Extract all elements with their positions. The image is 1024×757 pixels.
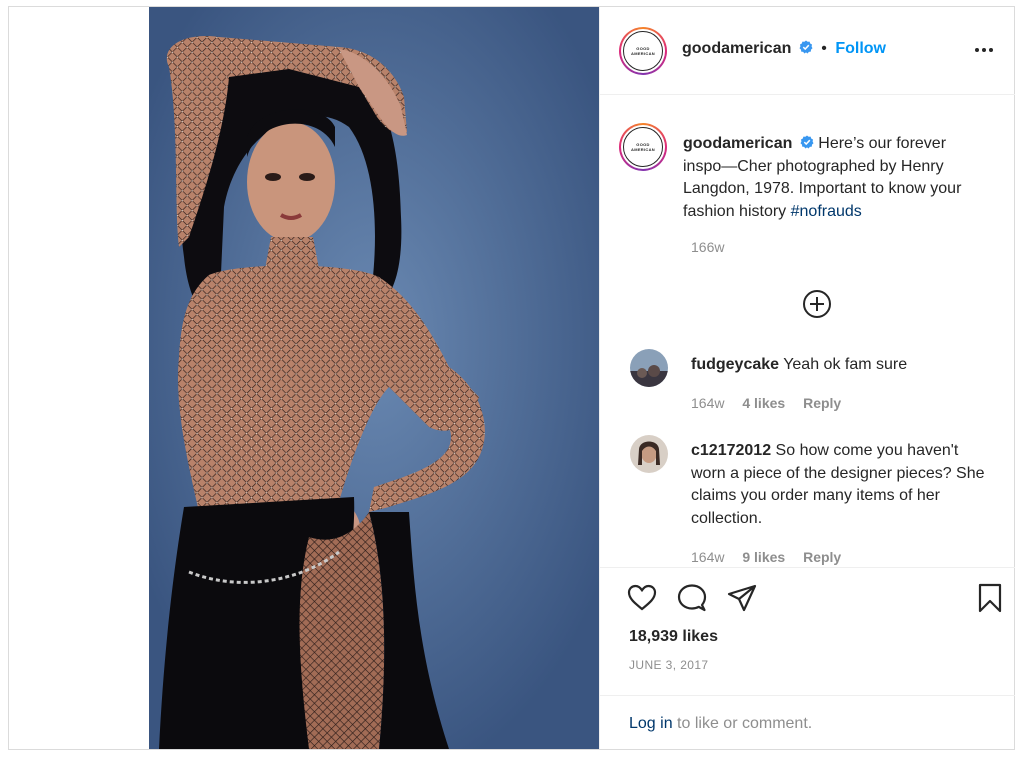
header-separator: • xyxy=(821,40,827,57)
author-username[interactable]: goodamerican xyxy=(682,40,791,57)
brand-logo: GOOD AMERICAN xyxy=(623,127,663,167)
plus-circle-icon[interactable] xyxy=(802,289,832,319)
likes-count[interactable]: 18,939 likes xyxy=(629,628,718,646)
photo-illustration xyxy=(149,7,599,749)
comment-age[interactable]: 164w xyxy=(691,549,724,565)
comment-meta: 164w 4 likes Reply xyxy=(691,395,855,411)
bookmark-icon[interactable] xyxy=(974,582,1006,614)
comment-body: Yeah ok fam sure xyxy=(783,356,908,373)
verified-badge-icon xyxy=(800,135,814,149)
comment-likes[interactable]: 9 likes xyxy=(742,549,785,565)
reply-button[interactable]: Reply xyxy=(803,549,841,565)
paper-plane-icon[interactable] xyxy=(726,582,758,614)
author-avatar[interactable]: GOOD AMERICAN xyxy=(619,27,667,75)
post-side-panel: GOOD AMERICAN goodamerican • Follow GOOD A… xyxy=(599,7,1015,749)
caption-author-avatar[interactable]: GOOD AMERICAN xyxy=(619,123,667,171)
post-photo[interactable] xyxy=(9,7,599,749)
caption-text: goodamerican Here’s our forever inspo—Ch… xyxy=(683,133,983,223)
post-header: GOOD AMERICAN goodamerican • Follow xyxy=(600,7,1015,95)
header-author-row: goodamerican • Follow xyxy=(682,40,886,58)
commenter-avatar[interactable] xyxy=(630,435,668,473)
caption-age[interactable]: 166w xyxy=(691,239,724,255)
login-prompt: Log in to like or comment. xyxy=(600,695,1015,750)
comment-username[interactable]: fudgeycake xyxy=(691,356,779,373)
reply-button[interactable]: Reply xyxy=(803,395,841,411)
post-date[interactable]: JUNE 3, 2017 xyxy=(629,658,709,672)
comment-meta: 164w 9 likes Reply xyxy=(691,549,855,565)
comment-username[interactable]: c12172012 xyxy=(691,442,771,459)
comment-text: fudgeycake Yeah ok fam sure xyxy=(691,354,991,377)
login-prompt-text: to like or comment. xyxy=(677,715,813,732)
brand-logo: GOOD AMERICAN xyxy=(623,31,663,71)
more-options-icon[interactable] xyxy=(973,45,995,55)
post-actions: 18,939 likes JUNE 3, 2017 Log in to like… xyxy=(600,567,1015,749)
comment-age[interactable]: 164w xyxy=(691,395,724,411)
caption-hashtag[interactable]: #nofrauds xyxy=(791,203,862,220)
login-link[interactable]: Log in xyxy=(629,715,673,732)
verified-badge-icon xyxy=(799,40,813,54)
comment-likes[interactable]: 4 likes xyxy=(742,395,785,411)
comment-text: c12172012 So how come you haven't worn a… xyxy=(691,440,991,530)
commenter-avatar[interactable] xyxy=(630,349,668,387)
follow-button[interactable]: Follow xyxy=(835,40,886,57)
caption-username[interactable]: goodamerican xyxy=(683,135,792,152)
comment-bubble-icon[interactable] xyxy=(676,582,708,614)
heart-icon[interactable] xyxy=(626,582,658,614)
post-dialog: GOOD AMERICAN goodamerican • Follow GOOD A… xyxy=(8,6,1015,750)
